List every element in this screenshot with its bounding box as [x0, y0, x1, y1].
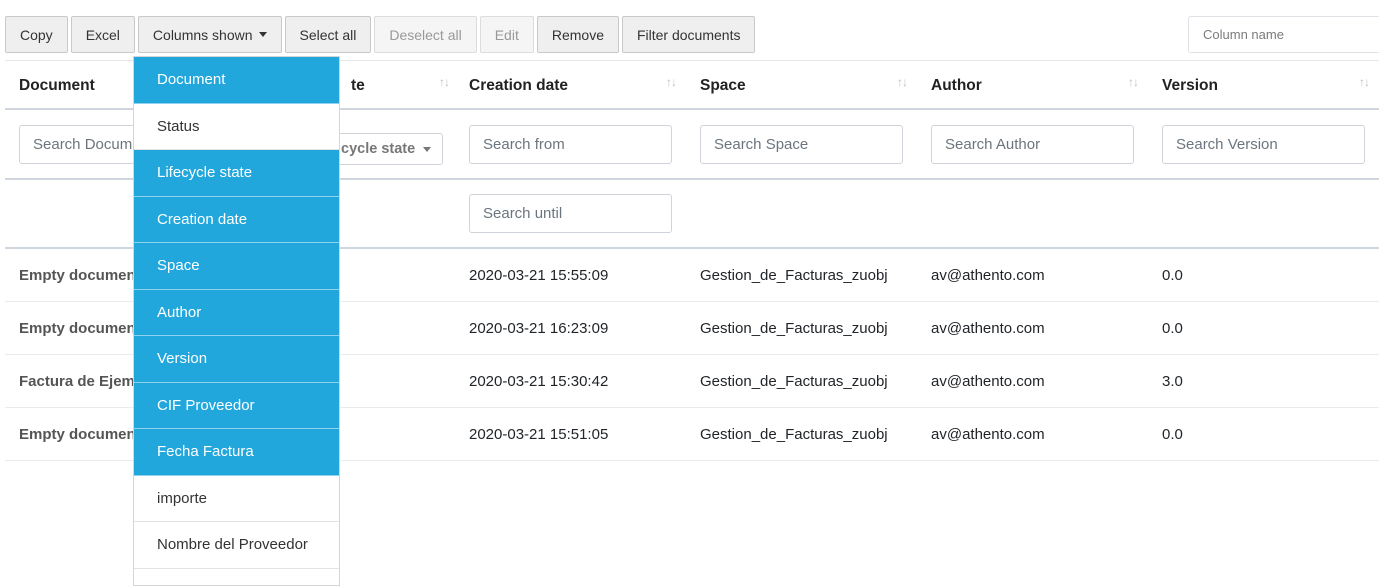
cell-author: av@athento.com	[917, 408, 1045, 461]
column-header-label: Space	[700, 77, 746, 95]
column-option-version[interactable]: Version	[134, 336, 339, 383]
cell-space: Gestion_de_Facturas_zuobj	[686, 249, 888, 302]
sort-icon: ↑↓	[1128, 75, 1138, 89]
cell-creation-date: 2020-03-21 15:51:05	[455, 408, 608, 461]
cell-version: 0.0	[1148, 408, 1183, 461]
sort-icon: ↑↓	[666, 75, 676, 89]
column-option-lifecycle-state[interactable]: Lifecycle state	[134, 150, 339, 197]
columns-shown-dropdown: Document Status Lifecycle state Creation…	[133, 56, 340, 586]
sort-icon: ↑↓	[1359, 75, 1369, 89]
cell-document[interactable]: Empty document	[5, 302, 141, 355]
cell-version: 0.0	[1148, 302, 1183, 355]
column-option-document[interactable]: Document	[134, 57, 339, 104]
cell-version: 0.0	[1148, 249, 1183, 302]
cell-creation-date: 2020-03-21 15:30:42	[455, 355, 608, 408]
column-header-label: Document	[19, 77, 95, 95]
cell-creation-date: 2020-03-21 16:23:09	[455, 302, 608, 355]
columns-shown-button[interactable]: Columns shown	[138, 16, 282, 53]
column-header-creation-date[interactable]: Creation date ↑↓	[455, 61, 686, 111]
sort-icon: ↑↓	[439, 75, 449, 89]
caret-down-icon	[423, 147, 431, 152]
remove-button[interactable]: Remove	[537, 16, 619, 53]
cell-space: Gestion_de_Facturas_zuobj	[686, 302, 888, 355]
columns-shown-label: Columns shown	[153, 27, 253, 43]
cell-document[interactable]: Empty document	[5, 408, 141, 461]
search-space-input[interactable]	[700, 125, 903, 164]
lifecycle-state-select-label: cycle state	[341, 141, 415, 157]
search-version-input[interactable]	[1162, 125, 1365, 164]
cell-version: 3.0	[1148, 355, 1183, 408]
column-name-search-input[interactable]	[1188, 16, 1379, 53]
select-all-button[interactable]: Select all	[285, 16, 372, 53]
column-header-space[interactable]: Space ↑↓	[686, 61, 917, 111]
excel-button[interactable]: Excel	[71, 16, 135, 53]
column-header-label: Version	[1162, 77, 1218, 95]
copy-button[interactable]: Copy	[5, 16, 68, 53]
lifecycle-state-select[interactable]: cycle state	[332, 133, 443, 165]
column-option-author[interactable]: Author	[134, 290, 339, 337]
search-author-input[interactable]	[931, 125, 1134, 164]
column-option-nombre-del-proveedor[interactable]: Nombre del Proveedor	[134, 522, 339, 569]
cell-author: av@athento.com	[917, 302, 1045, 355]
cell-space: Gestion_de_Facturas_zuobj	[686, 408, 888, 461]
cell-space: Gestion_de_Facturas_zuobj	[686, 355, 888, 408]
column-option-importe[interactable]: importe	[134, 476, 339, 523]
edit-button[interactable]: Edit	[480, 16, 534, 53]
column-header-version[interactable]: Version ↑↓	[1148, 61, 1379, 111]
column-header-label: te	[351, 77, 365, 95]
cell-author: av@athento.com	[917, 355, 1045, 408]
cell-creation-date: 2020-03-21 15:55:09	[455, 249, 608, 302]
column-header-label: Creation date	[469, 77, 568, 95]
column-option-status[interactable]: Status	[134, 104, 339, 151]
column-header-label: Author	[931, 77, 982, 95]
column-option-more[interactable]	[134, 569, 339, 586]
column-option-cif-proveedor[interactable]: CIF Proveedor	[134, 383, 339, 430]
sort-icon: ↑↓	[897, 75, 907, 89]
search-until-input[interactable]	[469, 194, 672, 233]
column-option-creation-date[interactable]: Creation date	[134, 197, 339, 244]
deselect-all-button[interactable]: Deselect all	[374, 16, 476, 53]
column-option-fecha-factura[interactable]: Fecha Factura	[134, 429, 339, 476]
column-header-author[interactable]: Author ↑↓	[917, 61, 1148, 111]
cell-author: av@athento.com	[917, 249, 1045, 302]
filter-documents-button[interactable]: Filter documents	[622, 16, 755, 53]
search-from-input[interactable]	[469, 125, 672, 164]
table-toolbar: Copy Excel Columns shown Select all Dese…	[5, 16, 755, 54]
column-option-space[interactable]: Space	[134, 243, 339, 290]
cell-document[interactable]: Empty document	[5, 249, 141, 302]
caret-down-icon	[259, 32, 267, 37]
